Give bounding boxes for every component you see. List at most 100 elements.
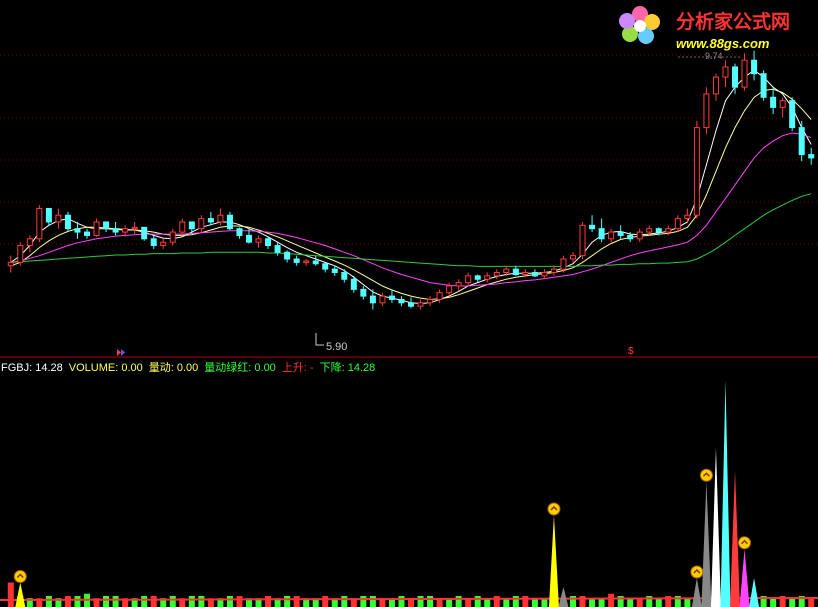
candle-body <box>179 221 186 233</box>
moving-average-line <box>10 69 812 305</box>
volume-bar <box>808 598 815 607</box>
candle-body <box>665 228 672 233</box>
volume-bar <box>636 598 643 607</box>
candle-body <box>341 272 348 280</box>
volume-bar <box>360 596 367 607</box>
volume-spike <box>558 587 569 607</box>
candle-body <box>350 278 357 290</box>
volume-bar <box>522 596 529 607</box>
candle-body <box>646 228 653 233</box>
candle-body <box>570 255 576 260</box>
volume-bar <box>608 593 615 607</box>
volume-bar <box>265 596 272 607</box>
candle-body <box>560 258 567 270</box>
candle-body <box>360 288 367 297</box>
volume-spike <box>548 515 559 607</box>
volume-spike <box>749 578 760 607</box>
volume-spike <box>691 578 702 607</box>
candle-body <box>17 245 24 263</box>
volume-bar <box>141 596 148 607</box>
candle-body <box>122 228 129 233</box>
candle-body <box>503 268 510 273</box>
candle-body <box>722 66 729 78</box>
volume-spike <box>701 481 712 607</box>
indicator-legend: FGBJ: 14.28 VOLUME: 0.00 量动: 0.00 量动绿红: 0.0… <box>1 359 381 375</box>
candle-body <box>779 100 786 108</box>
moving-average-line <box>10 88 812 301</box>
candle-body <box>541 272 548 277</box>
candle-body <box>274 245 281 253</box>
volume-bar <box>417 596 424 607</box>
volume-bar <box>398 596 405 607</box>
candle-body <box>379 295 386 304</box>
candle-body <box>684 214 691 220</box>
candle-body <box>45 207 52 223</box>
volume-bar <box>770 598 777 607</box>
volume-bar <box>169 596 176 607</box>
signal-marker-icon <box>738 536 752 550</box>
candle-body <box>627 234 634 240</box>
volume-bar <box>236 596 243 607</box>
candle-body <box>760 73 767 98</box>
candle-body <box>331 268 338 273</box>
candle-body <box>455 282 462 287</box>
volume-bar <box>427 596 434 607</box>
candle-body <box>732 66 738 88</box>
indicator-item: 上升: - <box>281 362 314 374</box>
volume-bar <box>789 598 796 607</box>
candle-body <box>512 268 519 276</box>
candle-body <box>693 127 700 216</box>
volume-spike <box>15 582 26 607</box>
flower-logo-icon <box>619 6 660 44</box>
volume-bar <box>341 596 348 607</box>
volume-bar <box>198 596 205 607</box>
volume-bar <box>150 596 157 607</box>
signal-marker-icon <box>547 502 561 516</box>
candle-body <box>484 275 491 280</box>
indicator-item: VOLUME: 0.00 <box>68 362 143 374</box>
candle-body <box>93 221 100 236</box>
candle-body <box>598 228 605 240</box>
candle-body <box>236 228 243 236</box>
candle-body <box>312 260 319 265</box>
candle-body <box>265 238 272 247</box>
candle-body <box>207 218 214 223</box>
volume-bar <box>322 596 329 607</box>
volume-spike <box>720 380 731 607</box>
volume-bar <box>512 596 519 607</box>
volume-bar <box>369 596 376 607</box>
candle-body <box>84 231 90 236</box>
indicator-item: FGBJ: 14.28 <box>1 362 63 374</box>
candle-body <box>141 226 148 240</box>
volume-bar <box>655 598 662 607</box>
volume-bar <box>684 598 691 607</box>
candle-body <box>226 214 233 230</box>
volume-bar <box>103 596 110 607</box>
volume-bar <box>589 598 596 607</box>
candle-body <box>198 218 205 230</box>
candle-body <box>112 228 119 233</box>
candle-body <box>712 76 719 95</box>
candle-body <box>284 251 291 260</box>
volume-bar <box>284 596 291 607</box>
volume-bar <box>64 596 71 607</box>
candle-body <box>579 224 586 257</box>
candle-body <box>436 292 443 300</box>
candle-body <box>322 263 329 270</box>
volume-spike <box>739 548 750 607</box>
candle-body <box>388 295 395 300</box>
volume-spike <box>710 447 721 607</box>
candle-body <box>608 231 615 240</box>
volume-bar <box>293 596 300 607</box>
candle-body <box>369 295 376 304</box>
candle-body <box>255 238 262 243</box>
volume-bar <box>112 596 119 607</box>
signal-marker-icon <box>13 570 27 583</box>
candle-body <box>55 214 62 223</box>
candle-body <box>674 218 681 230</box>
candle-body <box>427 298 434 304</box>
volume-bar <box>74 596 81 607</box>
indicator-item: 下降: 14.28 <box>319 362 376 374</box>
moving-average-line <box>10 132 812 287</box>
candle-body <box>7 261 14 267</box>
